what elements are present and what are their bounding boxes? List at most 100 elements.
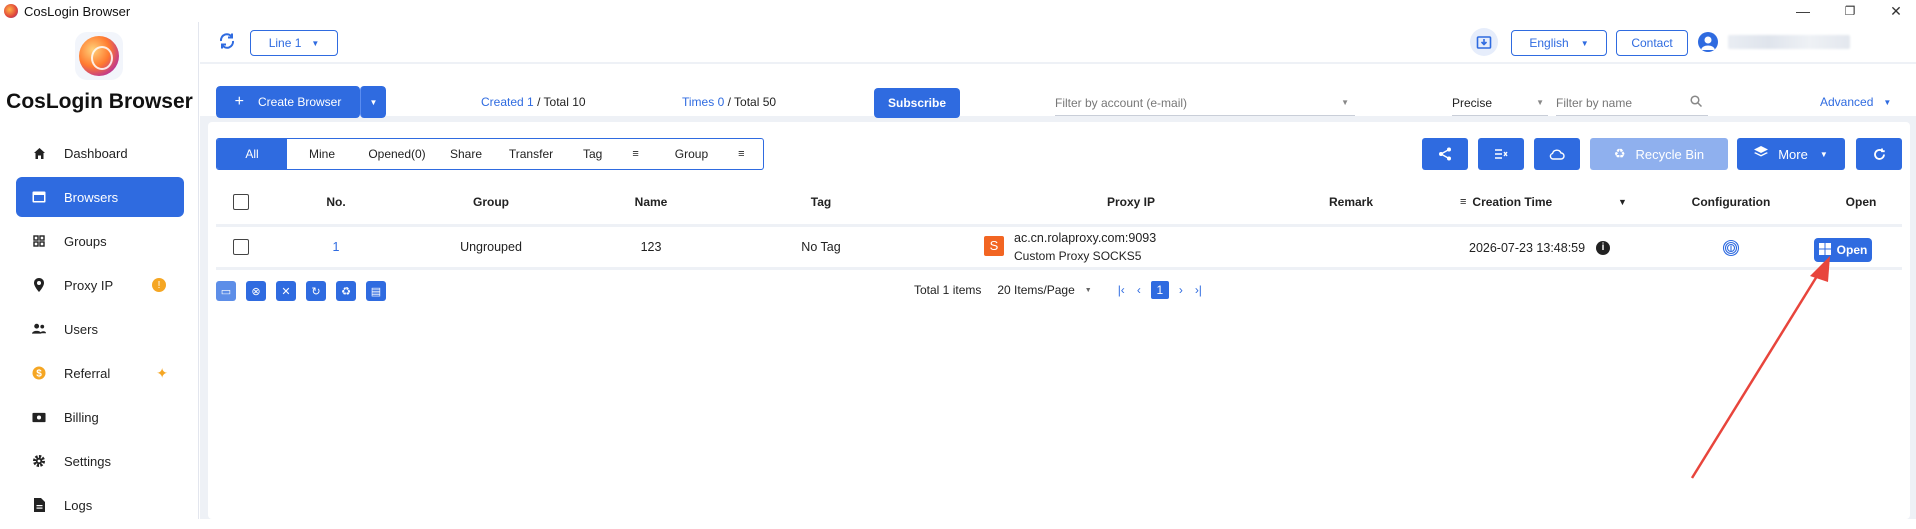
cloud-button[interactable] — [1534, 138, 1580, 170]
refresh-icon — [1873, 148, 1885, 160]
account-filter-placeholder: Filter by account (e-mail) — [1055, 95, 1188, 110]
batch-refresh-button[interactable]: ↻ — [306, 281, 326, 301]
sidebar-item-proxy-ip[interactable]: Proxy IP ! — [16, 265, 184, 305]
row-checkbox[interactable] — [233, 239, 249, 255]
fingerprint-icon[interactable] — [1722, 239, 1740, 260]
open-browser-button[interactable]: Open — [1814, 238, 1872, 262]
sidebar-item-groups[interactable]: Groups — [16, 221, 184, 261]
sidebar-item-referral[interactable]: $ Referral ✦ — [16, 353, 184, 393]
batch-recycle-button[interactable]: ♻ — [336, 281, 356, 301]
refresh-list-button[interactable] — [1856, 138, 1902, 170]
col-configuration: Configuration — [1691, 195, 1771, 209]
billing-icon — [32, 410, 46, 424]
brand-logo — [75, 32, 123, 80]
share-button[interactable] — [1422, 138, 1468, 170]
minimize-button[interactable]: — — [1783, 0, 1823, 22]
sidebar-item-settings[interactable]: Settings — [16, 441, 184, 481]
tab-all[interactable]: All — [217, 139, 287, 169]
browser-window-icon — [32, 190, 46, 204]
batch-delete-button[interactable]: ✕ — [276, 281, 296, 301]
cloud-icon — [1549, 149, 1565, 160]
plus-icon: + — [234, 93, 244, 110]
sidebar-item-label: Settings — [64, 453, 111, 469]
chevron-down-icon: ▼ — [369, 97, 378, 107]
table-row: 1 Ungrouped 123 No Tag S ac.cn.rolaproxy… — [216, 224, 1902, 270]
tab-mine[interactable]: Mine — [287, 139, 357, 169]
sidebar-item-label: Proxy IP — [64, 277, 114, 293]
sidebar-item-label: Billing — [64, 409, 99, 425]
create-browser-dropdown[interactable]: ▼ — [360, 86, 386, 118]
tab-transfer[interactable]: Transfer — [495, 139, 567, 169]
caret-down-icon[interactable]: ▼ — [1618, 197, 1627, 207]
col-tag: Tag — [810, 195, 832, 209]
sidebar-item-dashboard[interactable]: Dashboard — [16, 133, 184, 173]
fingerprint-logo-icon — [79, 36, 119, 76]
sort-lines-icon: ≡ — [1460, 196, 1467, 208]
tab-share[interactable]: Share — [437, 139, 495, 169]
precise-select[interactable]: Precise ▼ — [1452, 90, 1548, 116]
batch-actions: ▭ ⊗ ✕ ↻ ♻ ▤ — [216, 281, 396, 301]
info-icon[interactable]: i — [1596, 241, 1610, 255]
recycle-bin-button[interactable]: ♻ Recycle Bin — [1590, 138, 1728, 170]
subscribe-button[interactable]: Subscribe — [874, 88, 960, 118]
clear-list-button[interactable] — [1478, 138, 1524, 170]
sidebar-item-label: Dashboard — [64, 145, 128, 161]
advanced-filter-toggle[interactable]: Advanced ▼ — [1820, 95, 1891, 109]
window-icon: ▭ — [220, 285, 232, 298]
close-button[interactable]: ✕ — [1876, 0, 1916, 22]
create-browser-group: + Create Browser ▼ — [216, 86, 386, 118]
restore-button[interactable]: ❐ — [1830, 0, 1870, 22]
location-pin-icon — [32, 278, 46, 292]
times-count: Times 0 / Total 50 — [682, 95, 777, 109]
language-selector[interactable]: English ▼ — [1511, 30, 1607, 56]
advanced-label: Advanced — [1820, 95, 1874, 109]
brand-name: CosLogin Browser — [6, 90, 193, 113]
page-size-select[interactable]: 20 Items/Page ▼ — [997, 283, 1091, 297]
contact-label: Contact — [1631, 36, 1673, 50]
document-icon: ▤ — [370, 285, 382, 298]
account-filter-select[interactable]: Filter by account (e-mail) ▼ — [1055, 90, 1355, 116]
line-selector-label: Line 1 — [268, 36, 302, 50]
window-title: CosLogin Browser — [24, 3, 131, 19]
first-page-icon[interactable]: |‹ — [1118, 283, 1125, 297]
select-all-checkbox[interactable] — [233, 194, 249, 210]
batch-export-button[interactable]: ▤ — [366, 281, 386, 301]
next-page-icon[interactable]: › — [1179, 283, 1183, 297]
search-icon — [1690, 95, 1703, 110]
home-icon — [32, 146, 46, 160]
sidebar-item-logs[interactable]: Logs — [16, 485, 184, 525]
group-filter[interactable]: Group ≡ — [655, 139, 763, 169]
batch-stop-button[interactable]: ⊗ — [246, 281, 266, 301]
tab-opened[interactable]: Opened(0) — [357, 139, 437, 169]
create-browser-button[interactable]: + Create Browser — [216, 86, 360, 118]
clear-list-icon — [1495, 149, 1508, 159]
col-name: Name — [634, 195, 668, 209]
row-proxy: ac.cn.rolaproxy.com:9093 Custom Proxy SO… — [1014, 229, 1156, 265]
page-number-current[interactable]: 1 — [1150, 281, 1169, 299]
sidebar-item-users[interactable]: Users — [16, 309, 184, 349]
last-page-icon[interactable]: ›| — [1195, 283, 1202, 297]
contact-button[interactable]: Contact — [1616, 30, 1688, 56]
sidebar-item-billing[interactable]: Billing — [16, 397, 184, 437]
refresh-sync-icon[interactable] — [218, 32, 236, 53]
prev-page-icon[interactable]: ‹ — [1137, 283, 1141, 297]
batch-window-button[interactable]: ▭ — [216, 281, 236, 301]
user-avatar-icon — [1701, 36, 1715, 50]
more-button[interactable]: More ▼ — [1737, 138, 1845, 170]
windows-icon — [1818, 242, 1831, 258]
avatar[interactable] — [1698, 32, 1718, 52]
line-selector[interactable]: Line 1 ▼ — [250, 30, 338, 56]
language-label: English — [1529, 36, 1569, 50]
pagination: Total 1 items 20 Items/Page ▼ |‹ ‹ 1 › ›… — [914, 281, 1202, 299]
tag-filter[interactable]: Tag ≡ — [567, 139, 655, 169]
precise-label: Precise — [1452, 95, 1493, 110]
row-tag: No Tag — [801, 240, 841, 254]
col-creation-time[interactable]: ≡ Creation Time — [1460, 195, 1552, 209]
download-button[interactable] — [1470, 28, 1498, 56]
col-proxy-ip: Proxy IP — [1106, 195, 1156, 209]
download-icon — [1476, 36, 1492, 49]
recycle-bin-label: Recycle Bin — [1635, 146, 1705, 162]
document-icon — [32, 498, 46, 512]
name-filter-input[interactable]: Filter by name — [1556, 90, 1708, 116]
sidebar-item-browsers[interactable]: Browsers — [16, 177, 184, 217]
